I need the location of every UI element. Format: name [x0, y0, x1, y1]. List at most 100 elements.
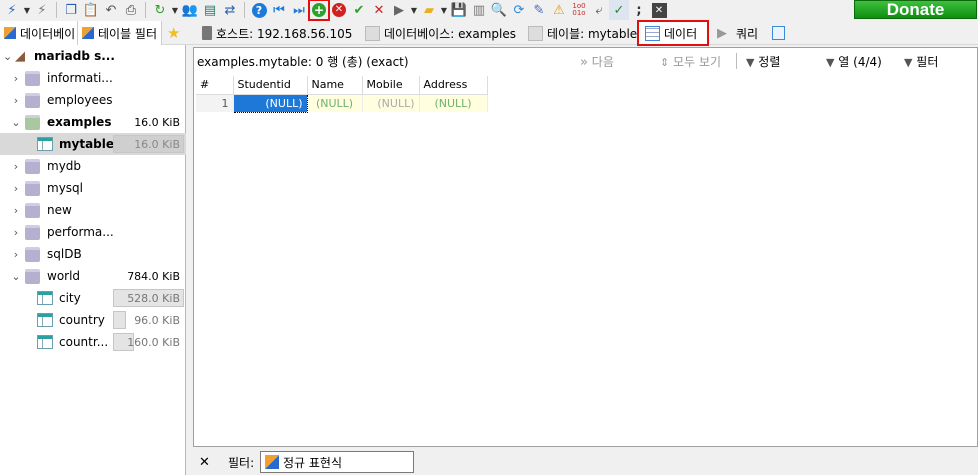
print-icon[interactable]: ⎙: [121, 0, 141, 20]
next-button[interactable]: » 다음: [580, 53, 614, 70]
chevron-right-icon[interactable]: ›: [10, 226, 22, 239]
connect-icon[interactable]: ⚡: [2, 0, 22, 20]
filter-button[interactable]: ▼ 필터: [904, 53, 938, 70]
main-toolbar: ⚡ ▼ ⚡ ❐ 📋 ↶ ⎙ ↻ ▼ 👥 ▤ ⇄ ? ⏮ ⏭ + ✕ ✔ ✕ ▶ …: [0, 0, 978, 21]
semicolon-icon[interactable]: ;: [629, 0, 649, 20]
tree-table-countrylanguage[interactable]: countr... 160.0 KiB: [0, 331, 186, 353]
tree-db-employees[interactable]: › employees: [0, 89, 186, 111]
database-filter-tab[interactable]: 데이터베이: [0, 21, 78, 45]
dropdown-arrow[interactable]: ▼: [409, 0, 419, 20]
tree-item-size: 16.0 KiB: [134, 137, 180, 151]
column-header-name[interactable]: Name: [307, 76, 363, 95]
favorite-star-button[interactable]: ★: [163, 21, 187, 45]
tree-db-sqldb[interactable]: › sqlDB: [0, 243, 186, 265]
copy-icon[interactable]: ❐: [61, 0, 81, 20]
dropdown-arrow[interactable]: ▼: [170, 0, 180, 20]
sort-button[interactable]: ▼ 정렬: [746, 53, 780, 70]
wrap-icon[interactable]: ⤶: [589, 0, 609, 20]
column-header-address[interactable]: Address: [419, 76, 488, 95]
save-as-icon[interactable]: ▥: [469, 0, 489, 20]
last-record-icon[interactable]: ⏭: [289, 0, 309, 20]
tab-database-label: 데이터베이스: examples: [384, 26, 516, 41]
disconnect-icon[interactable]: ⚡: [32, 0, 52, 20]
clear-icon[interactable]: ✎: [529, 0, 549, 20]
refresh-icon[interactable]: ↻: [150, 0, 170, 20]
cell-name[interactable]: (NULL): [307, 94, 363, 112]
first-record-icon[interactable]: ⏮: [269, 0, 289, 20]
database-tree: ⌄ ◢ mariadb s... › informati... › employ…: [0, 45, 186, 475]
delete-row-icon[interactable]: ✕: [329, 0, 349, 20]
close-tab-icon[interactable]: ✕: [649, 0, 669, 20]
chevron-right-icon[interactable]: ›: [10, 160, 22, 173]
tree-db-examples[interactable]: ⌄ examples 16.0 KiB: [0, 111, 186, 133]
toolbar-divider: [736, 53, 737, 69]
chevron-right-icon[interactable]: ›: [10, 94, 22, 107]
tree-db-mydb[interactable]: › mydb: [0, 155, 186, 177]
column-header-rownum[interactable]: #: [196, 76, 234, 95]
cell-studentid[interactable]: (NULL): [232, 93, 308, 113]
transfer-icon[interactable]: ⇄: [220, 0, 240, 20]
undo-icon[interactable]: ↶: [101, 0, 121, 20]
filter-input-placeholder: 정규 표현식: [283, 455, 343, 470]
post-icon[interactable]: ✔: [349, 0, 369, 20]
save-icon[interactable]: 💾: [449, 0, 469, 20]
tree-server[interactable]: ⌄ ◢ mariadb s...: [0, 45, 186, 67]
export-icon[interactable]: ▤: [200, 0, 220, 20]
replace-icon[interactable]: ⟳: [509, 0, 529, 20]
tree-db-information[interactable]: › informati...: [0, 67, 186, 89]
tree-db-mysql[interactable]: › mysql: [0, 177, 186, 199]
tree-db-performance[interactable]: › performa...: [0, 221, 186, 243]
table-filter-tab[interactable]: 테이블 필터: [78, 21, 162, 45]
new-query-tab-button[interactable]: [768, 21, 792, 45]
tree-server-label: mariadb s...: [34, 49, 115, 63]
size-bar: [113, 311, 126, 329]
donate-button[interactable]: Donate: [854, 0, 977, 19]
column-header-studentid[interactable]: Studentid: [233, 76, 308, 95]
run-icon[interactable]: ▶: [389, 0, 409, 20]
expand-arrow-icon[interactable]: ⌄: [3, 50, 12, 63]
open-folder-icon[interactable]: ▰: [419, 0, 439, 20]
columns-button[interactable]: ▼ 열 (4/4): [826, 53, 882, 70]
tab-table[interactable]: 테이블: mytable: [524, 21, 638, 45]
add-row-icon[interactable]: +: [308, 0, 330, 21]
find-icon[interactable]: 🔍: [489, 0, 509, 20]
tree-db-new[interactable]: › new: [0, 199, 186, 221]
format-icon[interactable]: ✓: [609, 0, 629, 20]
tree-table-city[interactable]: city 528.0 KiB: [0, 287, 186, 309]
tree-table-mytable[interactable]: mytable 16.0 KiB: [0, 133, 186, 155]
tree-item-label: country: [59, 313, 105, 327]
filter-label: 필터: [916, 54, 939, 69]
tab-data[interactable]: 데이터: [637, 20, 709, 46]
paste-icon[interactable]: 📋: [81, 0, 101, 20]
warnings-icon[interactable]: ⚠: [549, 0, 569, 20]
binary-icon[interactable]: 1o0 01o: [569, 0, 589, 20]
dropdown-arrow[interactable]: ▼: [439, 0, 449, 20]
tree-item-label: examples: [47, 115, 112, 129]
tab-host[interactable]: 호스트: 192.168.56.105: [198, 21, 356, 45]
tree-item-label: countr...: [59, 335, 109, 349]
filter-input[interactable]: 정규 표현식: [260, 451, 414, 473]
chevron-right-icon[interactable]: ›: [10, 182, 22, 195]
show-all-label: 모두 보기: [673, 54, 722, 69]
show-all-button[interactable]: ⇕ 모두 보기: [660, 53, 721, 70]
user-manager-icon[interactable]: 👥: [180, 0, 200, 20]
tab-database[interactable]: 데이터베이스: examples: [361, 21, 516, 45]
chevron-right-icon[interactable]: ›: [10, 72, 22, 85]
cell-mobile[interactable]: (NULL): [362, 94, 420, 112]
cell-address[interactable]: (NULL): [419, 94, 488, 112]
chevron-right-icon[interactable]: ›: [10, 248, 22, 261]
table-row[interactable]: 1 (NULL) (NULL) (NULL) (NULL): [196, 93, 488, 113]
close-filter-button[interactable]: ✕: [199, 455, 210, 470]
chevron-down-icon[interactable]: ⌄: [10, 270, 22, 283]
chevron-down-icon[interactable]: ⌄: [10, 116, 22, 129]
help-icon[interactable]: ?: [249, 0, 269, 20]
tab-query[interactable]: ▶ 쿼리: [713, 21, 765, 45]
chevron-right-icon[interactable]: ›: [10, 204, 22, 217]
star-icon: ★: [167, 24, 181, 42]
cancel-icon[interactable]: ✕: [369, 0, 389, 20]
tree-db-world[interactable]: ⌄ world 784.0 KiB: [0, 265, 186, 287]
column-header-mobile[interactable]: Mobile: [362, 76, 420, 95]
toolbar-separator: [244, 2, 245, 18]
tree-table-country[interactable]: country 96.0 KiB: [0, 309, 186, 331]
dropdown-arrow[interactable]: ▼: [22, 0, 32, 20]
